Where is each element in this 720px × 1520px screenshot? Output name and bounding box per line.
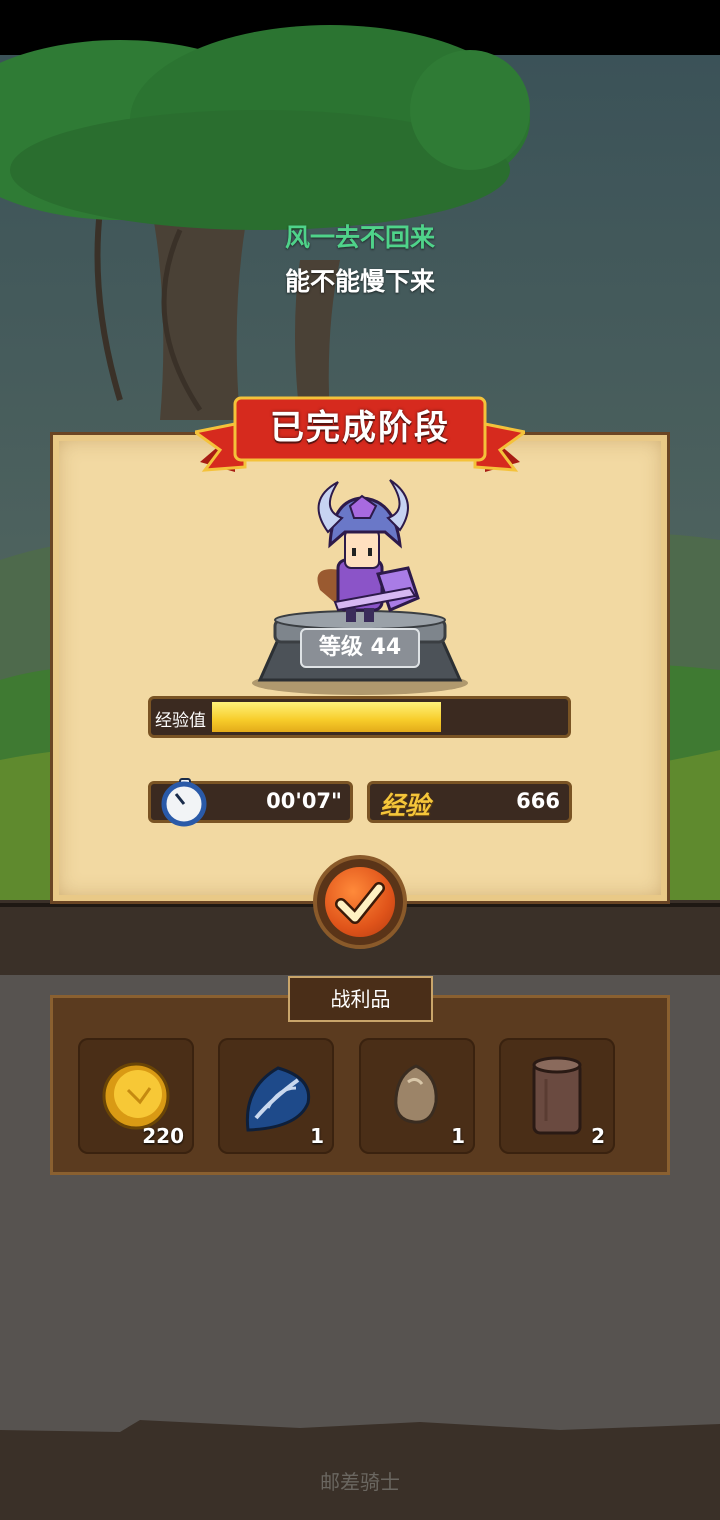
loot-title: 战利品 <box>288 976 433 1022</box>
loot-count-stone: 1 <box>451 1124 465 1148</box>
game-title-footer: 邮差骑士 <box>320 1470 400 1494</box>
level-value: 44 <box>370 635 402 660</box>
xp-progress-fill <box>212 702 441 732</box>
loot-count-wood: 2 <box>591 1124 605 1148</box>
xp-bar-label: 经验值 <box>155 711 206 731</box>
loot-count-leaf: 1 <box>310 1124 324 1148</box>
xp-reward-label: 经验 <box>380 791 431 820</box>
gold-coin-icon <box>102 1062 170 1130</box>
lyric-line-current: 风一去不回来 <box>284 223 435 252</box>
stage-time: 00'07" <box>266 789 342 813</box>
lyric-line-next: 能不能慢下来 <box>284 267 435 296</box>
loot-count-gold: 220 <box>142 1124 184 1148</box>
stage-complete-title: 已完成阶段 <box>270 408 450 448</box>
level-label: 等级 <box>318 635 363 660</box>
stone-icon <box>394 1064 438 1124</box>
checkmark-icon <box>335 882 385 924</box>
level-badge: 等级 44 <box>300 628 420 668</box>
xp-reward-value: 666 <box>516 789 560 813</box>
